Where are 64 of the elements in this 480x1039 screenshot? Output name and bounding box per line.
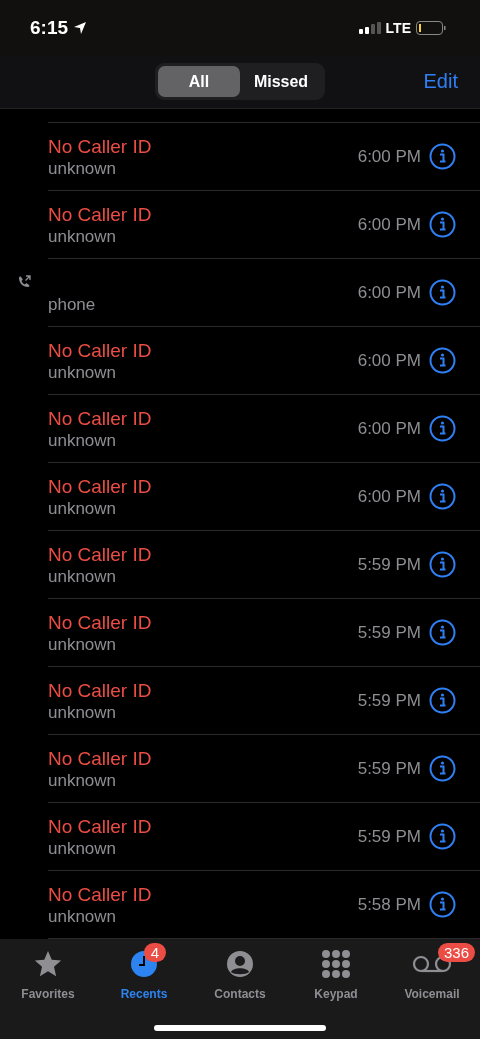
call-type: phone: [48, 294, 97, 316]
call-time: 5:59 PM: [357, 554, 421, 575]
star-icon: [33, 949, 63, 979]
call-time: 6:00 PM: [357, 214, 421, 235]
signal-icon: [358, 21, 381, 34]
info-icon[interactable]: [429, 279, 456, 306]
call-time: 6:00 PM: [357, 486, 421, 507]
outgoing-call-icon: [17, 275, 31, 289]
segment-tab[interactable]: Missed: [240, 66, 322, 97]
info-icon[interactable]: [429, 483, 456, 510]
caller-name: No Caller ID: [48, 135, 153, 158]
call-type: unknown: [48, 634, 118, 656]
call-time: 6:00 PM: [357, 282, 421, 303]
call-type: unknown: [48, 702, 118, 724]
call-time: 5:59 PM: [357, 690, 421, 711]
call-type: unknown: [48, 362, 118, 384]
caller-name: No Caller ID: [48, 339, 153, 362]
location-arrow-icon: [73, 20, 88, 35]
caller-name: No Caller ID: [48, 815, 153, 838]
info-icon[interactable]: [429, 619, 456, 646]
info-icon[interactable]: [429, 687, 456, 714]
contact-icon: [226, 950, 254, 978]
call-type: unknown: [48, 158, 118, 180]
notification-badge: 4: [144, 943, 166, 962]
call-type: unknown: [48, 498, 118, 520]
info-icon[interactable]: [429, 551, 456, 578]
call-time: 6:00 PM: [357, 350, 421, 371]
battery-icon: [416, 20, 446, 35]
call-type: unknown: [48, 430, 118, 452]
call-time: 5:59 PM: [357, 758, 421, 779]
caller-name: No Caller ID: [48, 543, 153, 566]
call-time: 6:00 PM: [357, 146, 421, 167]
caller-name: No Caller ID: [48, 883, 153, 906]
info-icon[interactable]: [429, 823, 456, 850]
caller-name: No Caller ID: [48, 203, 153, 226]
info-icon[interactable]: [429, 415, 456, 442]
tab-bar-item[interactable]: Favorites: [0, 947, 96, 1001]
caller-name: No Caller ID: [48, 679, 153, 702]
call-time: 5:59 PM: [357, 622, 421, 643]
call-time: 5:58 PM: [357, 894, 421, 915]
caller-name: No Caller ID: [48, 475, 153, 498]
notification-badge: 336: [438, 943, 476, 962]
caller-name: No Caller ID: [48, 407, 153, 430]
segment-tab[interactable]: All: [158, 66, 240, 97]
status-time: 6:15: [30, 16, 69, 39]
call-type: unknown: [48, 566, 118, 588]
call-type: unknown: [48, 838, 118, 860]
network-label: LTE: [385, 19, 411, 36]
call-time: 6:00 PM: [357, 418, 421, 439]
info-icon[interactable]: [429, 347, 456, 374]
tab-bar-item[interactable]: Contacts: [192, 947, 288, 1001]
caller-name: No Caller ID: [48, 747, 153, 770]
call-time: 5:59 PM: [357, 826, 421, 847]
info-icon[interactable]: [429, 891, 456, 918]
tab-bar-item[interactable]: Keypad: [288, 947, 384, 1001]
keypad-icon: [321, 949, 351, 979]
call-type: unknown: [48, 770, 118, 792]
info-icon[interactable]: [429, 755, 456, 782]
call-type: unknown: [48, 906, 118, 928]
call-type: unknown: [48, 226, 118, 248]
info-icon[interactable]: [429, 211, 456, 238]
caller-name: No Caller ID: [48, 611, 153, 634]
edit-button[interactable]: Edit: [423, 70, 458, 93]
info-icon[interactable]: [429, 143, 456, 170]
